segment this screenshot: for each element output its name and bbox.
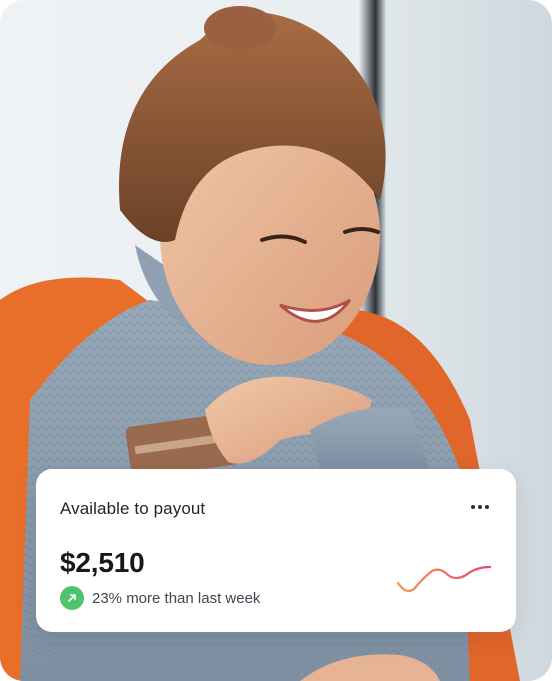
payout-card: Available to payout $2,510 23% more than… <box>36 469 516 632</box>
trend-text: 23% more than last week <box>92 589 261 607</box>
sparkline-line <box>396 565 492 593</box>
arrow-up-right-icon <box>60 586 84 610</box>
hair-bun <box>204 6 276 50</box>
trend-row: 23% more than last week <box>60 586 260 610</box>
more-options-button[interactable] <box>468 497 492 517</box>
more-dot <box>485 505 489 509</box>
more-horizontal-icon <box>471 505 475 509</box>
more-dot <box>478 505 482 509</box>
sparkline-chart <box>396 565 492 593</box>
payout-amount: $2,510 <box>60 547 145 578</box>
card-title: Available to payout <box>60 499 206 518</box>
